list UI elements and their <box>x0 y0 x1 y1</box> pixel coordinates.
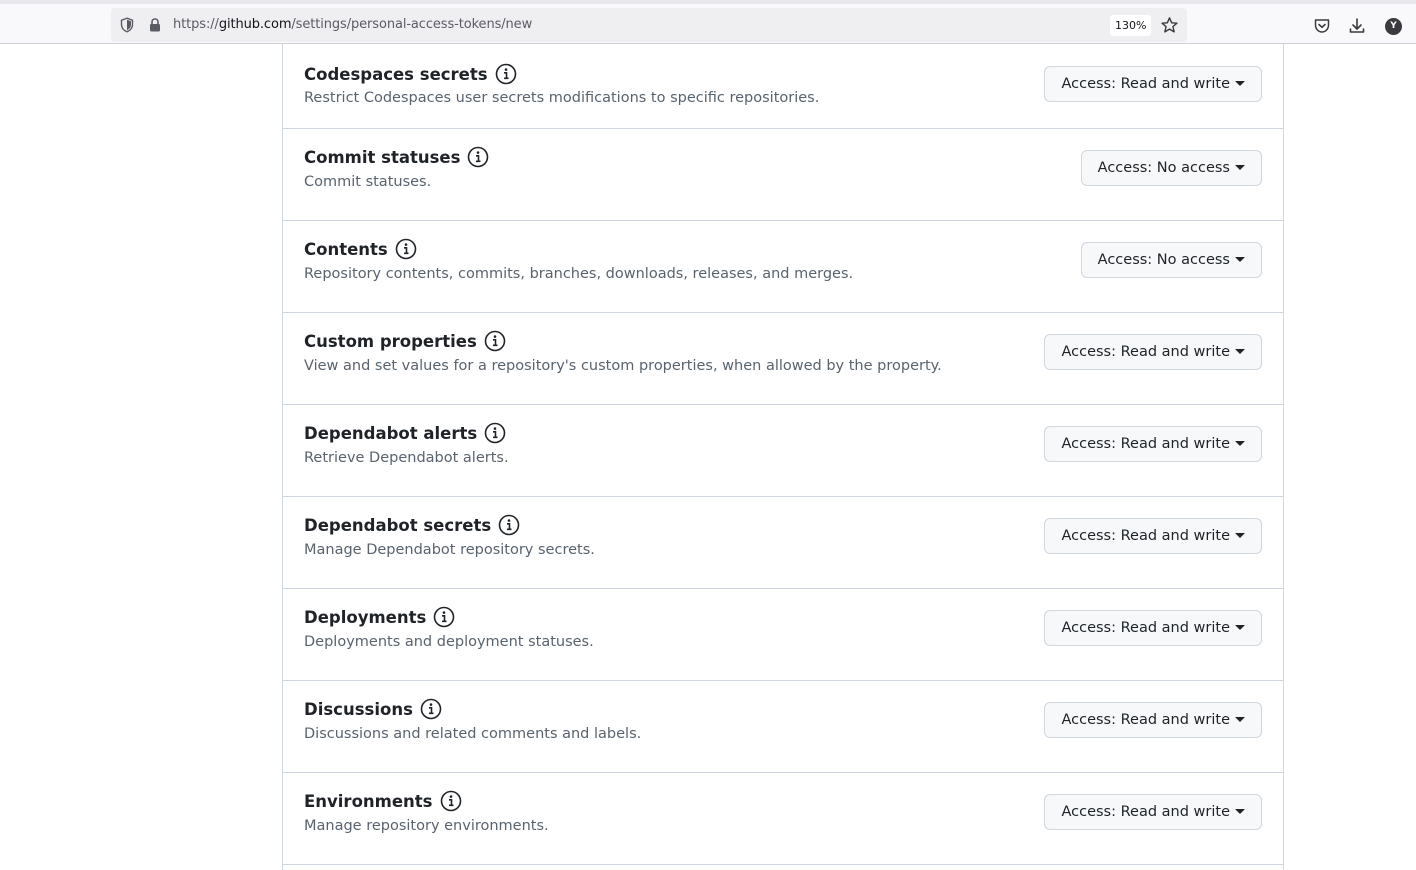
permissions-list: Codespaces secrets Restrict Codespaces u… <box>282 44 1284 870</box>
caret-down-icon <box>1235 533 1245 538</box>
permission-row-codespaces-secrets: Codespaces secrets Restrict Codespaces u… <box>283 44 1283 129</box>
url-host: github.com <box>218 17 292 32</box>
caret-down-icon <box>1235 165 1245 170</box>
info-icon[interactable] <box>498 514 520 536</box>
permission-row-dependabot-secrets: Dependabot secrets Manage Dependabot rep… <box>283 497 1283 589</box>
access-dropdown-label: Access: No access <box>1097 160 1230 176</box>
access-dropdown[interactable]: Access: Read and write <box>1044 518 1262 554</box>
permission-title: Dependabot secrets <box>304 516 492 535</box>
permission-title: Commit statuses <box>304 148 461 167</box>
permission-description: View and set values for a repository's c… <box>304 358 942 374</box>
access-dropdown[interactable]: Access: No access <box>1080 242 1262 278</box>
access-dropdown-label: Access: No access <box>1097 252 1230 268</box>
permission-title: Custom properties <box>304 332 477 351</box>
permission-title: Deployments <box>304 608 427 627</box>
account-avatar[interactable]: Y <box>1385 18 1402 35</box>
access-dropdown-label: Access: Read and write <box>1061 528 1230 544</box>
permission-row-contents: Contents Repository contents, commits, b… <box>283 221 1283 313</box>
permission-title: Dependabot alerts <box>304 424 478 443</box>
caret-down-icon <box>1235 717 1245 722</box>
caret-down-icon <box>1235 349 1245 354</box>
bookmark-star-icon[interactable] <box>1160 16 1179 35</box>
permission-row-dependabot-alerts: Dependabot alerts Retrieve Dependabot al… <box>283 405 1283 497</box>
access-dropdown[interactable]: Access: Read and write <box>1044 610 1262 646</box>
permission-title: Codespaces secrets <box>304 65 488 84</box>
access-dropdown-label: Access: Read and write <box>1061 620 1230 636</box>
caret-down-icon <box>1235 625 1245 630</box>
caret-down-icon <box>1235 257 1245 262</box>
info-icon[interactable] <box>484 422 506 444</box>
access-dropdown[interactable]: Access: Read and write <box>1044 334 1262 370</box>
pocket-icon[interactable] <box>1313 17 1331 35</box>
browser-toolbar: https://github.com/settings/personal-acc… <box>0 0 1416 44</box>
permission-row-discussions: Discussions Discussions and related comm… <box>283 681 1283 773</box>
permission-description: Retrieve Dependabot alerts. <box>304 450 509 466</box>
info-icon[interactable] <box>467 146 489 168</box>
permission-title: Contents <box>304 240 388 259</box>
info-icon[interactable] <box>433 606 455 628</box>
permission-description: Restrict Codespaces user secrets modific… <box>304 90 820 106</box>
permission-description: Manage repository environments. <box>304 818 549 834</box>
access-dropdown-label: Access: Read and write <box>1061 344 1230 360</box>
permission-title: Discussions <box>304 700 413 719</box>
access-dropdown[interactable]: Access: Read and write <box>1044 794 1262 830</box>
info-icon[interactable] <box>420 698 442 720</box>
permission-row-environments: Environments Manage repository environme… <box>283 773 1283 865</box>
zoom-level-button[interactable]: 130% <box>1110 15 1152 36</box>
downloads-icon[interactable] <box>1348 17 1366 35</box>
access-dropdown[interactable]: Access: Read and write <box>1044 66 1262 102</box>
permission-row-custom-properties: Custom properties View and set values fo… <box>283 313 1283 405</box>
caret-down-icon <box>1235 81 1245 86</box>
url-text[interactable]: https://github.com/settings/personal-acc… <box>173 17 532 32</box>
lock-icon[interactable] <box>147 17 163 33</box>
access-dropdown[interactable]: Access: Read and write <box>1044 702 1262 738</box>
info-icon[interactable] <box>440 790 462 812</box>
permission-description: Deployments and deployment statuses. <box>304 634 594 650</box>
access-dropdown[interactable]: Access: Read and write <box>1044 426 1262 462</box>
access-dropdown-label: Access: Read and write <box>1061 76 1230 92</box>
address-bar[interactable]: https://github.com/settings/personal-acc… <box>111 8 1187 42</box>
permission-description: Manage Dependabot repository secrets. <box>304 542 595 558</box>
access-dropdown[interactable]: Access: No access <box>1080 150 1262 186</box>
access-dropdown-label: Access: Read and write <box>1061 712 1230 728</box>
url-path: /settings/personal-access-tokens/new <box>291 17 533 32</box>
access-dropdown-label: Access: Read and write <box>1061 436 1230 452</box>
info-icon[interactable] <box>495 63 517 85</box>
url-scheme: https:// <box>173 17 219 32</box>
permission-row-deployments: Deployments Deployments and deployment s… <box>283 589 1283 681</box>
info-icon[interactable] <box>484 330 506 352</box>
access-dropdown-label: Access: Read and write <box>1061 804 1230 820</box>
permission-title: Environments <box>304 792 433 811</box>
caret-down-icon <box>1235 809 1245 814</box>
permission-description: Repository contents, commits, branches, … <box>304 266 854 282</box>
info-icon[interactable] <box>395 238 417 260</box>
shield-icon[interactable] <box>119 17 135 33</box>
permission-description: Commit statuses. <box>304 174 432 190</box>
permission-description: Discussions and related comments and lab… <box>304 726 642 742</box>
permission-row-commit-statuses: Commit statuses Commit statuses. Access:… <box>283 129 1283 221</box>
caret-down-icon <box>1235 441 1245 446</box>
